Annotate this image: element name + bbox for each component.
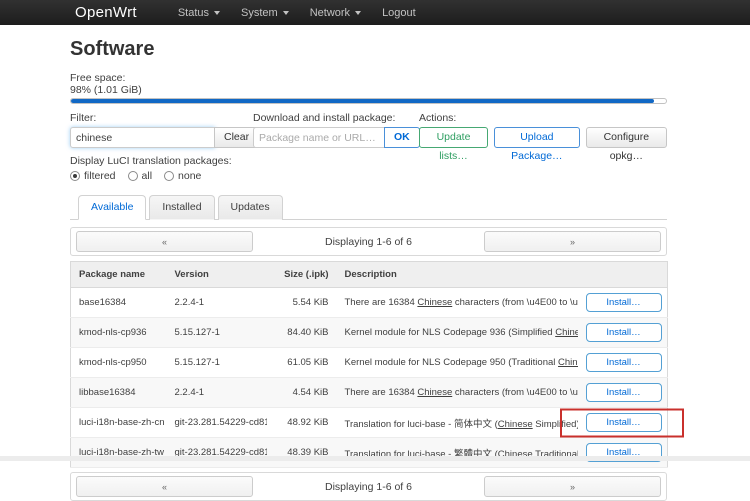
table-row: libbase16384 2.2.4-1 4.54 KiB There are … [71, 378, 668, 408]
chevron-down-icon [214, 11, 220, 15]
openwrt-logo: OpenWrt [75, 4, 137, 21]
translation-packages-label: Display LuCI translation packages: [70, 155, 667, 167]
table-row: kmod-nls-cp936 5.15.127-1 84.40 KiB Kern… [71, 318, 668, 348]
prev-page-button[interactable]: « [76, 231, 253, 252]
col-header-size: Size (.ipk) [267, 262, 337, 288]
nav-item-logout[interactable]: Logout [382, 7, 416, 19]
free-space-progress-fill [71, 99, 654, 103]
package-size: 48.39 KiB [267, 438, 337, 468]
install-button[interactable]: Install… [586, 323, 662, 342]
radio-none[interactable]: none [164, 170, 201, 182]
filter-match: Chinese [498, 419, 533, 430]
footer-strip [0, 456, 750, 461]
package-version: 2.2.4-1 [167, 288, 267, 318]
filter-match: Chinese [558, 357, 577, 368]
package-size: 4.54 KiB [267, 378, 337, 408]
actions-label: Actions: [419, 112, 667, 124]
filter-input[interactable] [70, 127, 215, 148]
package-version: 5.15.127-1 [167, 318, 267, 348]
table-row: luci-i18n-base-zh-tw git-23.281.54229-cd… [71, 438, 668, 468]
upload-package-button[interactable]: Upload Package… [494, 127, 580, 148]
package-version: git-23.281.54229-cd81f2f [167, 438, 267, 468]
radio-filtered[interactable]: filtered [70, 170, 116, 182]
radio-button-icon [70, 171, 80, 181]
col-header-version: Version [167, 262, 267, 288]
table-row: kmod-nls-cp950 5.15.127-1 61.05 KiB Kern… [71, 348, 668, 378]
package-size: 5.54 KiB [267, 288, 337, 318]
package-version: 2.2.4-1 [167, 378, 267, 408]
next-page-button[interactable]: » [484, 476, 661, 497]
package-name: libbase16384 [71, 378, 167, 408]
chevron-down-icon [355, 11, 361, 15]
package-name: kmod-nls-cp936 [71, 318, 167, 348]
tab-updates[interactable]: Updates [218, 195, 283, 220]
pagination-status: Displaying 1-6 of 6 [325, 236, 412, 248]
package-name: kmod-nls-cp950 [71, 348, 167, 378]
table-row-highlighted: luci-i18n-base-zh-cn git-23.281.54229-cd… [71, 408, 668, 438]
pagination-bottom: « Displaying 1-6 of 6 » [70, 472, 667, 501]
install-button[interactable]: Install… [586, 353, 662, 372]
tab-available[interactable]: Available [78, 195, 146, 220]
install-button[interactable]: Install… [586, 383, 662, 402]
free-space-value: 98% (1.01 GiB) [70, 84, 667, 96]
configure-opkg-button[interactable]: Configure opkg… [586, 127, 667, 148]
package-tabs: Available Installed Updates [70, 195, 667, 220]
ok-button[interactable]: OK [384, 127, 420, 148]
nav-item-status[interactable]: Status [178, 7, 220, 19]
radio-button-icon [128, 171, 138, 181]
package-version: git-23.281.54229-cd81f2f [167, 408, 267, 438]
table-header-row: Package name Version Size (.ipk) Descrip… [71, 262, 668, 288]
radio-button-icon [164, 171, 174, 181]
package-description: Translation for luci-base - 繁體中文 (Chines… [337, 438, 578, 468]
download-input[interactable] [253, 127, 385, 148]
install-button[interactable]: Install… [586, 293, 662, 312]
package-size: 61.05 KiB [267, 348, 337, 378]
package-size: 84.40 KiB [267, 318, 337, 348]
filter-label: Filter: [70, 112, 253, 124]
package-description: Kernel module for NLS Codepage 936 (Simp… [337, 318, 578, 348]
install-button[interactable]: Install… [586, 413, 662, 432]
free-space-progressbar [70, 98, 667, 104]
filter-match: Chinese [417, 387, 452, 398]
package-version: 5.15.127-1 [167, 348, 267, 378]
chevron-down-icon [283, 11, 289, 15]
package-description: There are 16384 Chinese characters (from… [337, 378, 578, 408]
next-page-button[interactable]: » [484, 231, 661, 252]
table-row: base16384 2.2.4-1 5.54 KiB There are 163… [71, 288, 668, 318]
radio-all[interactable]: all [128, 170, 153, 182]
package-table: Package name Version Size (.ipk) Descrip… [70, 261, 668, 468]
pagination-top: « Displaying 1-6 of 6 » [70, 227, 667, 256]
package-name: base16384 [71, 288, 167, 318]
package-description: Kernel module for NLS Codepage 950 (Trad… [337, 348, 578, 378]
col-header-action [578, 262, 668, 288]
col-header-description: Description [337, 262, 578, 288]
translation-packages-group: Display LuCI translation packages: filte… [70, 155, 667, 182]
controls-row: Filter: Clear Download and install packa… [70, 112, 667, 148]
filter-match: Chinese [555, 327, 577, 338]
nav-item-network[interactable]: Network [310, 7, 361, 19]
nav-item-system[interactable]: System [241, 7, 289, 19]
page-title: Software [70, 25, 667, 72]
download-label: Download and install package: [253, 112, 419, 124]
package-size: 48.92 KiB [267, 408, 337, 438]
package-description: Translation for luci-base - 简体中文 (Chines… [337, 408, 578, 438]
col-header-package-name: Package name [71, 262, 167, 288]
package-description: There are 16384 Chinese characters (from… [337, 288, 578, 318]
package-name: luci-i18n-base-zh-tw [71, 438, 167, 468]
free-space-label: Free space: [70, 72, 667, 84]
pagination-status: Displaying 1-6 of 6 [325, 481, 412, 493]
filter-match: Chinese [417, 297, 452, 308]
tab-installed[interactable]: Installed [149, 195, 214, 220]
prev-page-button[interactable]: « [76, 476, 253, 497]
top-navbar: OpenWrt Status System Network Logout [0, 0, 750, 25]
package-name: luci-i18n-base-zh-cn [71, 408, 167, 438]
update-lists-button[interactable]: Update lists… [419, 127, 488, 148]
